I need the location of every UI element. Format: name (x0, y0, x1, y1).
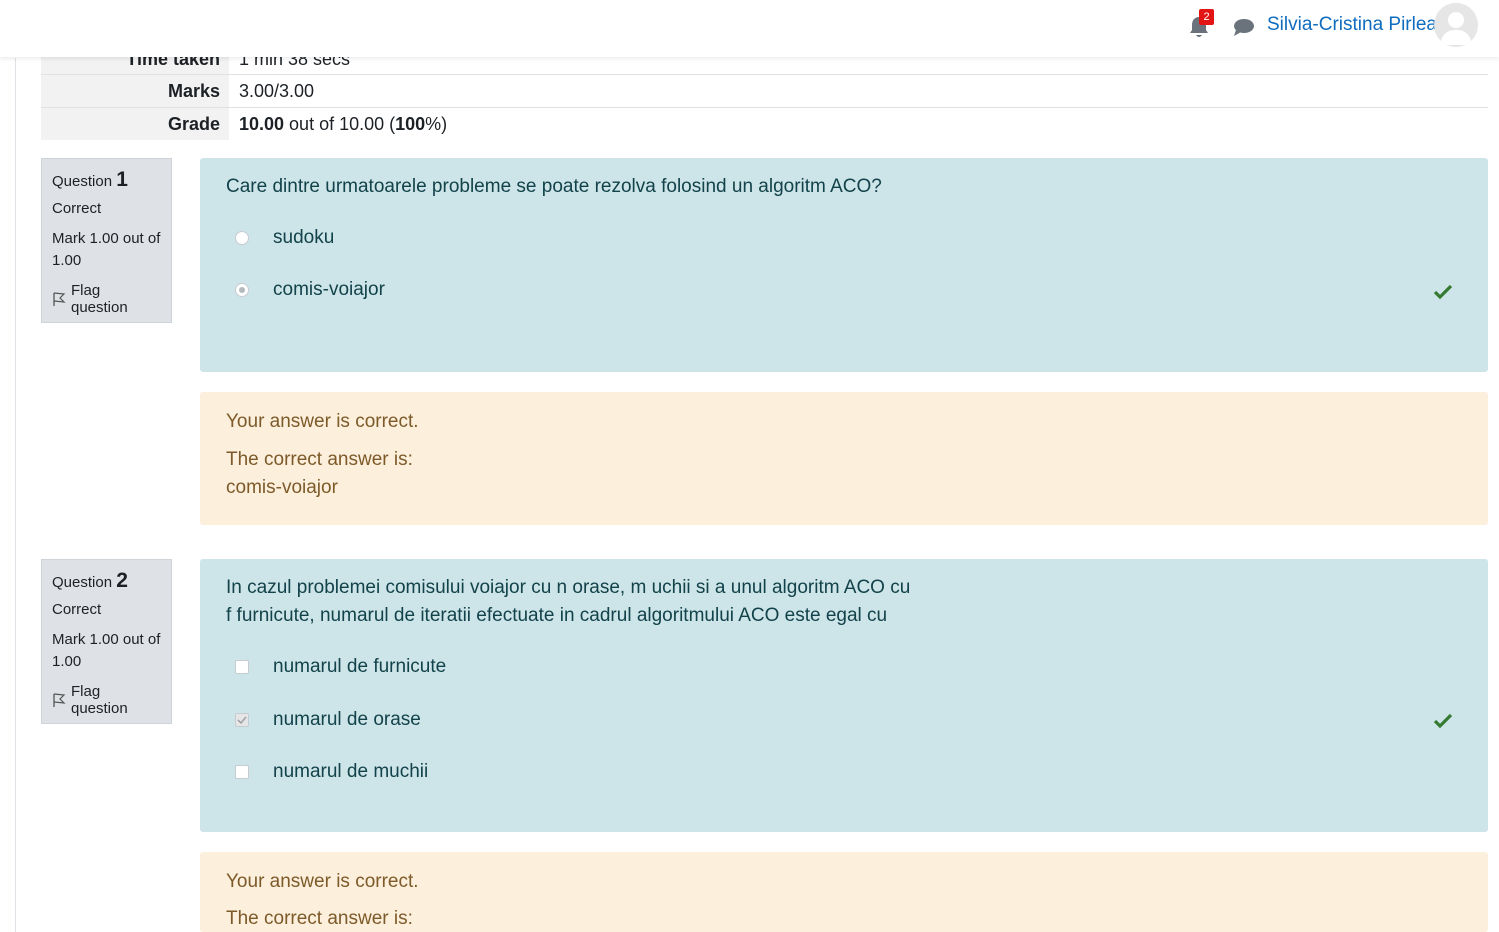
question-grade: Mark 1.00 out of 1.00 (52, 230, 161, 269)
question-1-info: Question 1 Correct Mark 1.00 out of 1.00… (41, 158, 172, 323)
summary-row-grade: Grade 10.00 out of 10.00 (100%) (41, 108, 1488, 140)
question-label: Question (52, 173, 113, 190)
correct-answer-label: The correct answer is: (226, 908, 413, 929)
correct-answer-label: The correct answer is: (226, 449, 413, 470)
correct-check-icon (1433, 713, 1453, 729)
answer-radio[interactable] (235, 231, 249, 245)
notification-count-badge: 2 (1199, 9, 1214, 25)
answer-radio-checked[interactable] (235, 283, 249, 297)
user-silhouette-icon (1440, 12, 1472, 45)
answer-option[interactable]: sudoku (226, 227, 1462, 249)
answer-option-selected[interactable]: comis-voiajor (226, 279, 1462, 301)
answer-checkbox[interactable] (235, 660, 249, 674)
question-2-formulation: In cazul problemei comisului voiajor cu … (200, 559, 1488, 832)
page-left-border (15, 58, 16, 932)
summary-value: 3.00/3.00 (239, 81, 315, 101)
question-1-formulation: Care dintre urmatoarele probleme se poat… (200, 158, 1488, 372)
user-avatar[interactable] (1434, 3, 1478, 47)
question-grade: Mark 1.00 out of 1.00 (52, 631, 161, 670)
summary-label: Grade (41, 108, 229, 140)
question-number: Question 2 (52, 569, 161, 593)
answer-label: numarul de orase (273, 709, 421, 730)
grade-end: %) (425, 114, 448, 134)
grade-percent: 100 (395, 114, 426, 134)
question-text-line-1: In cazul problemei comisului voiajor cu … (226, 577, 911, 598)
question-2-info: Question 2 Correct Mark 1.00 out of 1.00… (41, 559, 172, 724)
question-label: Question (52, 574, 113, 591)
flag-question-button[interactable]: Flag question (52, 282, 161, 316)
question-number-value: 1 (116, 168, 128, 191)
summary-value: 10.00 out of 10.00 (100%) (229, 108, 1488, 140)
summary-row-marks: Marks 3.00/3.00 (41, 75, 1488, 108)
answer-label: comis-voiajor (273, 279, 385, 300)
answer-option[interactable]: numarul de muchii (226, 761, 1462, 783)
specific-feedback: Your answer is correct. (226, 871, 419, 892)
flag-question-button[interactable]: Flag question (52, 683, 161, 717)
question-state: Correct (52, 601, 102, 618)
grade-score: 10.00 (239, 114, 285, 134)
question-1-feedback: Your answer is correct. The correct answ… (200, 392, 1488, 525)
answer-checkbox-checked[interactable] (235, 713, 249, 727)
question-number: Question 1 (52, 168, 161, 192)
answer-label: numarul de muchii (273, 761, 429, 782)
user-menu-name[interactable]: Silvia-Cristina Pirlea (1267, 13, 1437, 37)
specific-feedback: Your answer is correct. (226, 411, 419, 432)
flag-icon (53, 692, 66, 707)
correct-answer-value: comis-voiajor (226, 477, 338, 498)
flag-icon (53, 291, 66, 306)
question-2-feedback: Your answer is correct. The correct answ… (200, 852, 1488, 932)
message-icon[interactable] (1232, 16, 1255, 38)
question-state: Correct (52, 200, 102, 217)
answer-option-selected[interactable]: numarul de orase (226, 709, 1462, 731)
grade-out-of: out of 10.00 ( (284, 114, 396, 134)
correct-check-icon (1433, 284, 1453, 300)
summary-label: Marks (41, 75, 229, 107)
answer-label: sudoku (273, 227, 335, 248)
top-navbar: 2 Silvia-Cristina Pirlea (0, 0, 1499, 57)
question-text: Care dintre urmatoarele probleme se poat… (226, 176, 882, 197)
question-text-line-2: f furnicute, numarul de iteratii efectua… (226, 605, 888, 626)
flag-question-label: Flag question (70, 282, 128, 316)
checkmark-icon (237, 716, 247, 725)
answer-checkbox[interactable] (235, 765, 249, 779)
answer-label: numarul de furnicute (273, 656, 447, 677)
question-number-value: 2 (116, 569, 128, 592)
answer-option[interactable]: numarul de furnicute (226, 656, 1462, 678)
flag-question-label: Flag question (70, 683, 128, 717)
